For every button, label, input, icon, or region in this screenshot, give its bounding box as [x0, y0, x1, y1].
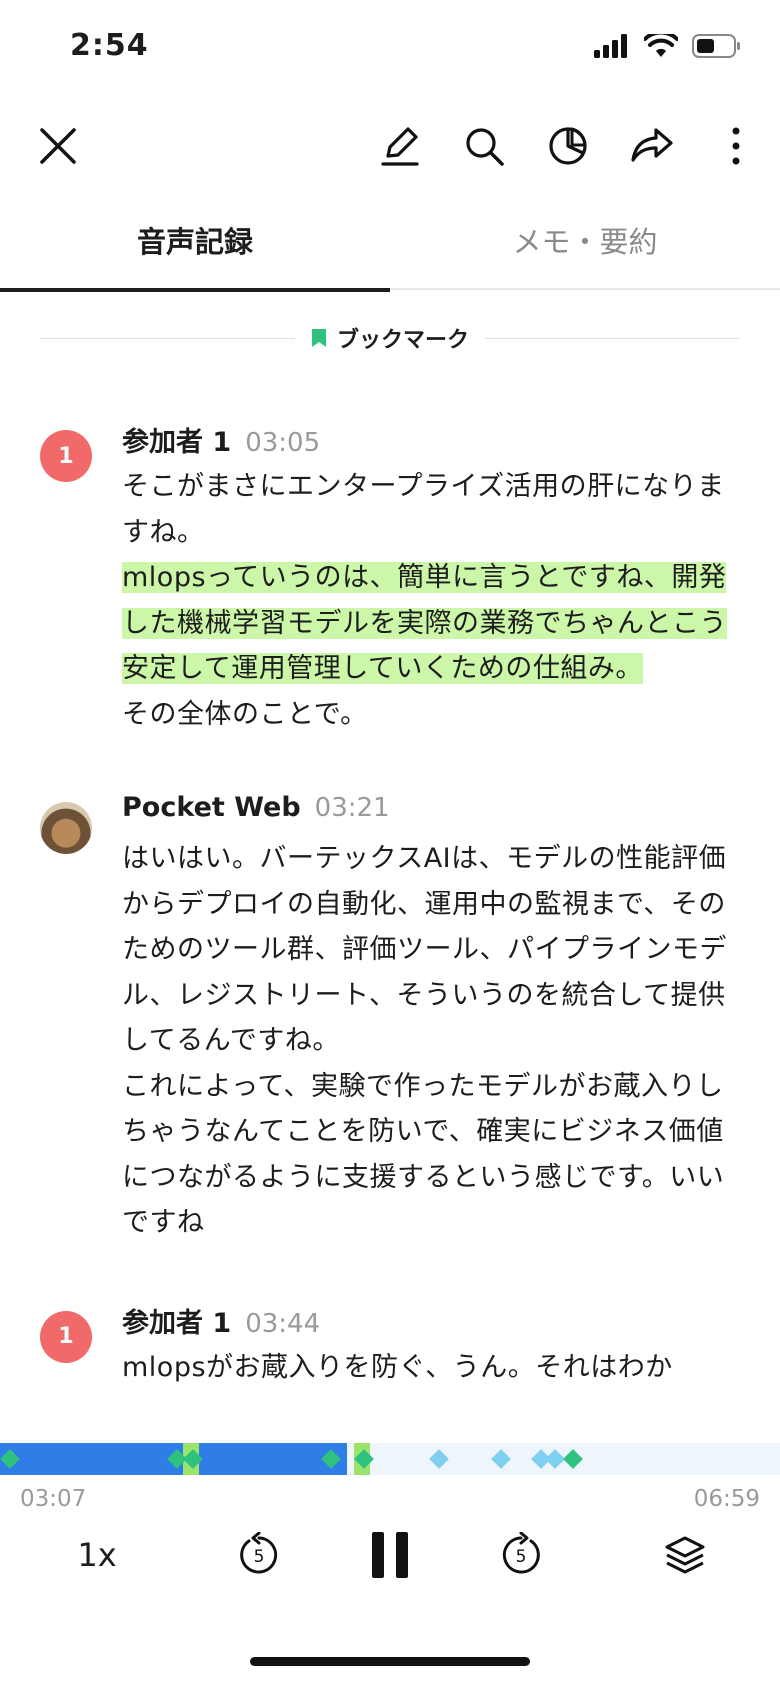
time-labels: 03:07 06:59 — [20, 1486, 760, 1516]
utterance-text[interactable]: mlopsがお蔵入りを防ぐ、うん。それはわか — [122, 1345, 732, 1391]
note-marker[interactable] — [491, 1449, 511, 1469]
pause-icon — [372, 1532, 408, 1578]
timestamp[interactable]: 03:44 — [245, 1309, 320, 1339]
speaker-header: 参加者 1 03:05 — [122, 420, 732, 464]
tab-notes-summary[interactable]: メモ・要約 — [390, 205, 780, 290]
timestamp[interactable]: 03:21 — [315, 793, 390, 823]
utterance-line: そこがまさにエンタープライズ活用の肝になりますね。 — [122, 471, 725, 548]
avatar: 1 — [40, 1310, 92, 1363]
tab-recording[interactable]: 音声記録 — [0, 205, 390, 292]
more-button[interactable] — [708, 118, 764, 174]
status-bar: 2:54 — [0, 0, 780, 100]
avatar — [40, 802, 92, 854]
skip-forward-seconds: 5 — [516, 1547, 527, 1567]
layers-icon — [665, 1536, 705, 1574]
share-arrow-icon — [631, 128, 673, 162]
pie-chart-icon — [549, 127, 587, 165]
bookmark-label-group: ブックマーク — [295, 322, 485, 354]
more-vertical-icon — [732, 127, 740, 165]
highlighted-line: mlopsっていうのは、簡単に言うとですね、開発した機械学習モデルを実際の業務で… — [122, 555, 732, 692]
utterance-line: その全体のことで。 — [122, 698, 368, 730]
current-time: 03:07 — [20, 1486, 87, 1512]
skip-back-seconds: 5 — [254, 1547, 265, 1567]
transcript-entry[interactable]: 1 参加者 1 03:05 そこがまさにエンタープライズ活用の肝になりますね。 … — [0, 420, 780, 737]
search-icon — [466, 128, 504, 166]
highlight-span: mlopsっていうのは、簡単に言うとですね、開発した機械学習モデルを実際の業務で… — [122, 562, 727, 684]
signal-icon — [594, 34, 627, 58]
avatar: 1 — [40, 430, 92, 482]
share-button[interactable] — [624, 118, 680, 174]
note-marker[interactable] — [429, 1449, 449, 1469]
skip-forward-button[interactable]: 5 — [486, 1520, 556, 1590]
divider-line — [40, 337, 295, 339]
transcript-entry[interactable]: Pocket Web 03:21 はいはい。バーテックスAIは、モデルの性能評価… — [0, 792, 780, 1246]
playback-controls: 1x 5 5 — [0, 1520, 780, 1590]
forward-5-icon: 5 — [502, 1532, 540, 1574]
utterance-line: これによって、実験で作ったモデルがお蔵入りしちゃうなんてことを防いで、確実にビジ… — [122, 1070, 725, 1239]
bookmark-label: ブックマーク — [337, 328, 470, 353]
tab-bar: 音声記録 メモ・要約 — [0, 205, 780, 292]
toolbar — [0, 110, 780, 180]
home-indicator[interactable] — [250, 1657, 530, 1666]
pause-button[interactable] — [355, 1520, 425, 1590]
speaker-header: 参加者 1 03:44 — [122, 1301, 732, 1345]
speaker-name: Pocket Web — [122, 792, 301, 823]
speaker-name: 参加者 1 — [122, 1307, 232, 1339]
skip-back-button[interactable]: 5 — [224, 1520, 294, 1590]
utterance-line: はいはい。バーテックスAIは、モデルの性能評価からデプロイの自動化、運用中の監視… — [122, 843, 727, 1056]
search-button[interactable] — [456, 118, 512, 174]
timestamp[interactable]: 03:05 — [245, 428, 320, 458]
close-icon — [40, 128, 76, 164]
close-button[interactable] — [30, 118, 86, 174]
divider-line — [485, 337, 741, 339]
pencil-icon — [381, 127, 419, 166]
speed-button[interactable]: 1x — [62, 1520, 132, 1590]
transcript-entry[interactable]: 1 参加者 1 03:44 mlopsがお蔵入りを防ぐ、うん。それはわか — [0, 1301, 780, 1391]
chart-button[interactable] — [540, 118, 596, 174]
utterance-line: mlopsがお蔵入りを防ぐ、うん。それはわか — [122, 1351, 673, 1383]
speed-label: 1x — [77, 1536, 117, 1574]
status-time: 2:54 — [70, 28, 149, 63]
utterance-text[interactable]: そこがまさにエンタープライズ活用の肝になりますね。 mlopsっていうのは、簡単… — [122, 464, 732, 737]
layers-button[interactable] — [650, 1520, 720, 1590]
status-icons — [594, 34, 742, 58]
playback-progress-bar[interactable] — [0, 1443, 780, 1475]
bookmark-marker[interactable] — [563, 1449, 583, 1469]
utterance-text[interactable]: はいはい。バーテックスAIは、モデルの性能評価からデプロイの自動化、運用中の監視… — [122, 836, 732, 1246]
speaker-name: 参加者 1 — [122, 427, 232, 458]
speaker-header: Pocket Web 03:21 — [122, 792, 732, 836]
total-time: 06:59 — [693, 1486, 760, 1512]
battery-icon — [692, 34, 740, 58]
bookmark-icon — [312, 329, 326, 347]
wifi-icon — [644, 34, 678, 57]
note-marker[interactable] — [545, 1449, 565, 1469]
transcript-list[interactable]: 1 参加者 1 03:05 そこがまさにエンタープライズ活用の肝になりますね。 … — [0, 420, 780, 1445]
rewind-5-icon: 5 — [240, 1532, 278, 1574]
edit-button[interactable] — [372, 118, 428, 174]
bookmark-divider[interactable]: ブックマーク — [40, 318, 741, 358]
